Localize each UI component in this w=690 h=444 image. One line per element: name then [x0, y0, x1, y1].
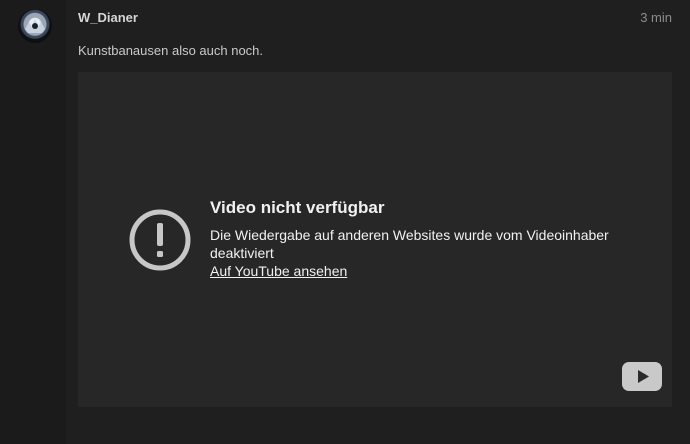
video-embed[interactable]: Video nicht verfügbar Die Wiedergabe auf… [78, 72, 672, 407]
video-unavailable-title: Video nicht verfügbar [210, 198, 385, 217]
youtube-logo-icon[interactable] [622, 362, 662, 391]
left-gutter [0, 0, 66, 444]
exclamation-circle-icon [129, 209, 191, 271]
video-unavailable-message: Die Wiedergabe auf anderen Websites wurd… [210, 227, 609, 261]
avatar-image-icon [25, 19, 45, 33]
post-username[interactable]: W_Dianer [78, 10, 138, 25]
watch-on-youtube-link[interactable]: Auf YouTube ansehen [210, 263, 347, 279]
post-timestamp[interactable]: 3 min [640, 10, 672, 25]
avatar[interactable] [18, 9, 52, 43]
post-body-text: Kunstbanausen also auch noch. [78, 43, 264, 58]
